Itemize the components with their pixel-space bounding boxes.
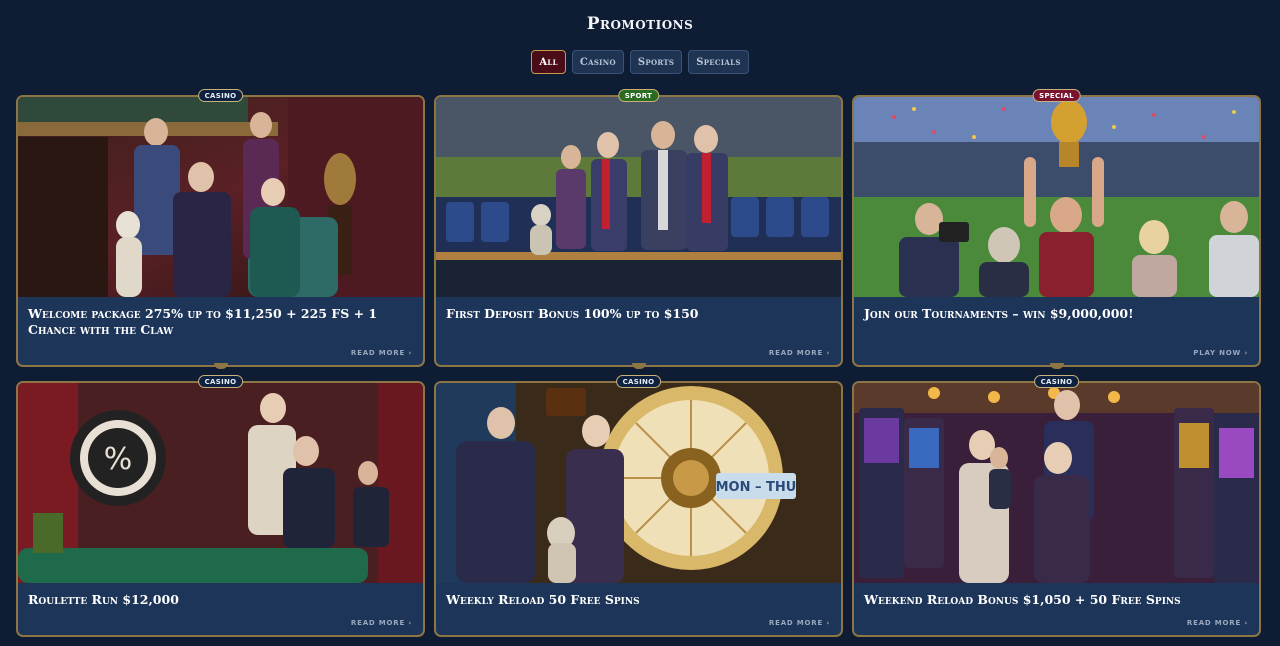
chip-symbol: % [104,442,133,477]
play-now-link[interactable]: Play now › [1193,349,1248,357]
category-badge: Sport [617,89,660,102]
promo-image [18,97,423,297]
card-notch [213,363,228,369]
chevron-right-icon: › [826,349,830,357]
read-more-link[interactable]: Read more › [769,619,830,627]
chevron-right-icon: › [1244,619,1248,627]
filter-specials[interactable]: Specials [688,50,749,74]
promo-title: Roulette Run $12,000 [28,592,179,607]
category-badge: Special [1032,89,1081,102]
chevron-right-icon: › [1244,349,1248,357]
promo-title: Weekend Reload Bonus $1,050 + 50 Free Sp… [864,592,1181,607]
promotion-filters: All Casino Sports Specials [0,50,1280,74]
promo-image: MON – THU [436,383,841,583]
promo-image [854,383,1259,583]
promo-card[interactable]: Casino % Roulette Run $12,000 Read [16,375,425,637]
promo-title: First Deposit Bonus 100% up to $150 [446,306,699,321]
promo-image [436,97,841,297]
filter-all[interactable]: All [531,50,566,74]
chevron-right-icon: › [408,349,412,357]
page-title: Promotions [586,14,694,34]
promo-title: Weekly Reload 50 Free Spins [446,592,640,607]
read-more-link[interactable]: Read more › [769,349,830,357]
category-badge: Casino [615,375,662,388]
category-badge: Casino [197,375,244,388]
card-notch [631,363,646,369]
chevron-right-icon: › [826,619,830,627]
category-badge: Casino [1033,375,1080,388]
promo-image [854,97,1259,297]
read-more-link[interactable]: Read more › [1187,619,1248,627]
chevron-right-icon: › [408,619,412,627]
filter-casino[interactable]: Casino [571,50,624,74]
promo-card[interactable]: Casino [16,89,425,369]
read-more-link[interactable]: Read more › [351,619,412,627]
promo-title: Join our Tournaments – win $9,000,000! [864,306,1134,321]
promo-card[interactable]: Special [852,89,1261,369]
read-more-link[interactable]: Read more › [351,349,412,357]
promo-title: Welcome package 275% up to $11,250 + 225… [28,306,378,337]
promo-card[interactable]: Casino [852,375,1261,637]
promo-card[interactable]: Sport [434,89,843,369]
wheel-sign-text: MON – THU [716,480,797,495]
card-notch [1049,363,1064,369]
filter-sports[interactable]: Sports [629,50,683,74]
category-badge: Casino [197,89,244,102]
promo-card[interactable]: Casino MON – THU [434,375,843,637]
promo-image: % [18,383,423,583]
